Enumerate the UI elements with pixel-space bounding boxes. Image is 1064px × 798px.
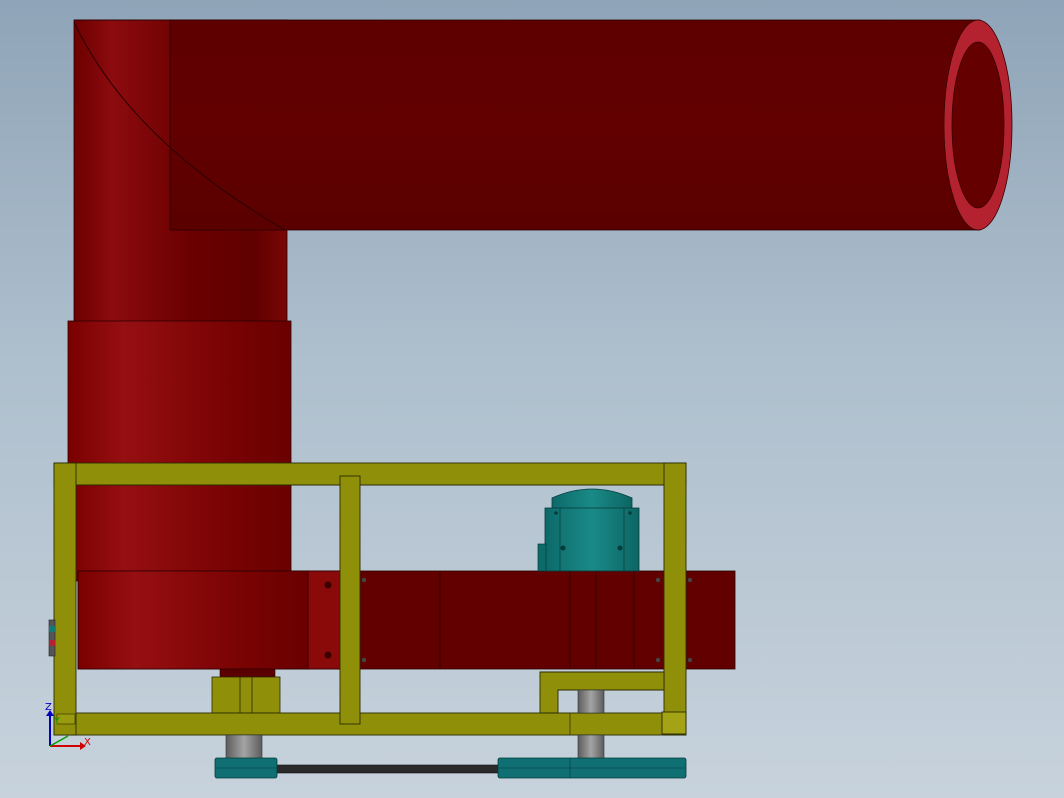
left-shaft[interactable] xyxy=(225,734,263,761)
horizontal-duct[interactable] xyxy=(73,19,981,231)
right-pulley[interactable] xyxy=(497,757,687,779)
cad-viewport[interactable]: X Z Y xyxy=(0,0,1064,798)
duct-outlet-rim[interactable] xyxy=(943,19,1013,231)
left-pulley[interactable] xyxy=(214,757,278,779)
z-axis-label: Z xyxy=(45,702,52,713)
y-axis-label: Y xyxy=(53,716,61,727)
cad-model-scene[interactable]: X Z Y xyxy=(0,0,1064,798)
lower-housing[interactable] xyxy=(77,570,736,670)
x-axis-label: X xyxy=(84,737,91,748)
bearing-block[interactable] xyxy=(211,668,281,714)
motor[interactable] xyxy=(537,488,640,572)
y-axis-arrow xyxy=(49,735,69,747)
side-fitting xyxy=(48,619,56,657)
riser-sleeve[interactable] xyxy=(67,320,292,582)
